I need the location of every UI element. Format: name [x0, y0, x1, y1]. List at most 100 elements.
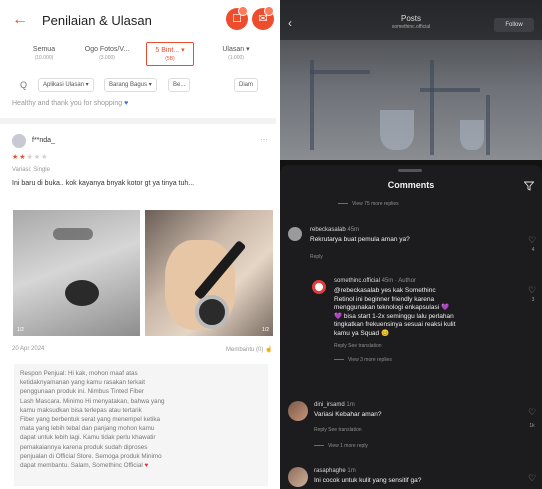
avatar[interactable] — [312, 280, 326, 294]
more-options-icon[interactable]: ⋯ — [260, 135, 268, 144]
seller-response-line: Lash Mascara. Minimo Hi menyatakan, bahw… — [20, 397, 165, 405]
lab-stand — [310, 70, 370, 74]
tab-count: (1.000) — [228, 55, 244, 61]
avatar[interactable] — [288, 467, 308, 487]
sort-tabs: Semua (10.000) Ogo Fotos/V... (3.000) 5 … — [0, 40, 276, 70]
comment-text: menggunakan teknologi enkapsulasi 💜 — [334, 304, 450, 312]
comment-author: dini_irsamd 1m — [314, 402, 355, 408]
review-text: Ini baru di buka.. kok kayanya bnyak kot… — [12, 180, 195, 187]
tab-label: Semua — [32, 46, 56, 53]
comment-text: 💜 bisa start 1-2x seminggu lalu perlahan — [334, 312, 454, 320]
comment-text: Retinol ini beginner friendly karena — [334, 295, 435, 303]
chip-more[interactable]: Be... — [168, 78, 191, 92]
comment-username[interactable]: rebeckasalab — [310, 227, 346, 233]
tab-review-filter[interactable]: Ulasan ▾ (1.000) — [210, 42, 262, 66]
like-count: 1k — [529, 423, 535, 429]
avatar[interactable] — [288, 227, 302, 241]
comment-text: kamu ya Squad 😊 — [334, 330, 390, 337]
chip-good-item[interactable]: Barang Bagus ▾ — [104, 78, 157, 92]
comment-time: 45m — [347, 227, 360, 233]
tab-label: Ogo Fotos/V... — [84, 46, 130, 53]
photo-index: 1/2 — [17, 327, 24, 333]
view-more-replies[interactable]: View 1 more reply — [314, 443, 368, 449]
screenshot-root: ← Penilaian & Ulasan ☐ ✉ Semua (10.000) … — [0, 0, 542, 489]
seller-response-line: kamu maksudkan bisa terlepas atau tertar… — [20, 406, 142, 414]
cart-badge — [238, 6, 248, 16]
comment-text: tingkatkan frekuensinya sesuai reaksi ku… — [334, 321, 456, 329]
drag-handle[interactable] — [398, 169, 422, 172]
helpful-label: Membantu (0) — [226, 347, 264, 353]
review-photo-2[interactable]: 1/2 — [145, 210, 273, 336]
photo-detail — [65, 280, 99, 306]
review-stars: ★★★★★ — [12, 153, 48, 161]
search-icon[interactable]: Q — [20, 80, 27, 90]
reviews-header: ← Penilaian & Ulasan ☐ ✉ — [0, 0, 276, 36]
previous-review-text: Healthy and thank you for shopping — [12, 100, 123, 107]
filter-icon[interactable] — [524, 181, 534, 191]
comment-username[interactable]: dini_irsamd — [314, 402, 345, 408]
view-more-replies[interactable]: View 75 more replies — [338, 201, 399, 207]
tab-all[interactable]: Semua (10.000) — [22, 42, 66, 66]
comments-title: Comments — [387, 180, 435, 190]
reviewer-name: f**nda_ — [32, 137, 55, 144]
heart-icon[interactable]: ♡ — [528, 285, 536, 296]
previous-review-tail: Healthy and thank you for shopping ♥ — [12, 100, 128, 107]
tab-count: (3.000) — [99, 55, 115, 61]
photo-count: 1/2 — [262, 327, 269, 333]
divider-line — [334, 359, 344, 361]
seller-response-line: dapat membantu. Salam, Somethinc Officia… — [20, 461, 262, 470]
photo-detail — [195, 295, 229, 329]
follow-button[interactable]: Follow — [494, 18, 534, 32]
comment-username[interactable]: somethinc.official — [334, 278, 380, 284]
tab-photo-video[interactable]: Ogo Fotos/V... (3.000) — [78, 42, 136, 66]
flask — [460, 120, 484, 150]
post-header: ‹ Posts somethinc.official Follow — [280, 0, 542, 40]
comment-username[interactable]: rasaphaghe — [314, 468, 346, 474]
star-icon: ★ — [41, 154, 49, 161]
tab-label: Ulasan ▾ — [222, 46, 250, 53]
review-photo-1[interactable]: 1/2 — [13, 210, 140, 336]
flask — [380, 110, 414, 150]
reply-button[interactable]: Reply — [310, 254, 323, 260]
seller-response: Respon Penjual: Hi kak, mohon maaf atas … — [14, 364, 268, 486]
filter-chips: Q Aplikasi Ulasan ▾ Barang Bagus ▾ Be...… — [0, 76, 276, 94]
reply-button[interactable]: Reply See translation — [334, 343, 382, 349]
lab-stand — [486, 95, 490, 155]
comment-text: @rebeckasalab yes kak Somethinc — [334, 287, 436, 294]
tab-5-stars[interactable]: 5 Bint... ▾ (5B) — [146, 42, 194, 66]
comment-time: 45m · Author — [381, 278, 416, 284]
heart-icon[interactable]: ♡ — [528, 473, 536, 484]
chip-filter[interactable]: Diam — [234, 78, 259, 92]
star-icon: ★ — [26, 154, 34, 161]
view-more-label: View 1 more reply — [328, 443, 368, 449]
seller-response-line: penggunaan produk ini. Nimbus Tinted Fib… — [20, 388, 144, 396]
tab-label: 5 Bint... ▾ — [155, 47, 185, 54]
avatar[interactable] — [12, 134, 26, 148]
back-arrow-icon[interactable]: ← — [12, 12, 28, 28]
seller-response-text: dapat membantu. Salam, Somethinc Officia… — [20, 462, 143, 470]
comments-sheet: Comments View 75 more replies rebeckasal… — [280, 165, 542, 489]
chip-app-review[interactable]: Aplikasi Ulasan ▾ — [38, 78, 94, 92]
photo-detail — [53, 228, 93, 240]
star-icon: ★ — [19, 154, 27, 161]
comment-author: somethinc.official 45m · Author — [334, 278, 416, 284]
seller-response-line: dapat untuk lebih lagi. Kamu tidak perlu… — [20, 434, 156, 442]
like-count: 3 — [531, 297, 535, 303]
blue-heart-icon: ♥ — [124, 100, 129, 107]
helpful-button[interactable]: Membantu (0) ☝ — [226, 346, 273, 353]
lab-stand — [430, 60, 434, 155]
avatar[interactable] — [288, 401, 308, 421]
comments-panel: ‹ Posts somethinc.official Follow Commen… — [280, 0, 542, 489]
comment-time: 1m — [347, 468, 356, 474]
chat-badge — [264, 6, 274, 16]
view-more-replies[interactable]: View 3 more replies — [334, 357, 392, 363]
tab-count: (5B) — [165, 56, 175, 62]
heart-icon[interactable]: ♡ — [528, 407, 536, 418]
heart-icon[interactable]: ♡ — [528, 235, 536, 246]
seller-response-line: pemakaiannya karena produk sudah diprose… — [20, 443, 148, 451]
reply-button[interactable]: Reply See translation — [314, 427, 362, 433]
seller-response-line: Respon Penjual: Hi kak, mohon maaf atas — [20, 370, 138, 377]
reviews-panel: ← Penilaian & Ulasan ☐ ✉ Semua (10.000) … — [0, 0, 276, 489]
view-more-label: View 3 more replies — [348, 357, 392, 363]
seller-response-line: Fiber yang berbentuk serat yang menempel… — [20, 416, 161, 424]
